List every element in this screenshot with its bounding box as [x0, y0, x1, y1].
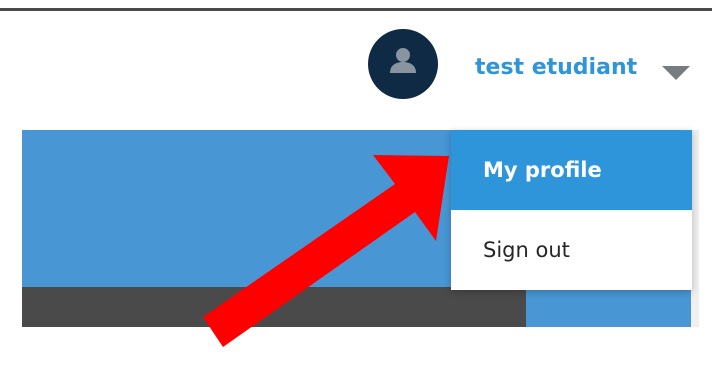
user-icon [390, 48, 416, 73]
blue-sidebar-strip [526, 287, 691, 327]
caret-down-icon[interactable] [662, 66, 690, 80]
header-bar: test etudiant [0, 11, 712, 130]
my-profile-menu-item[interactable]: My profile [451, 130, 692, 210]
user-name[interactable]: test etudiant [475, 57, 637, 79]
sign-out-menu-item[interactable]: Sign out [451, 210, 692, 290]
avatar[interactable] [368, 29, 438, 99]
user-dropdown-menu: My profile Sign out [451, 130, 692, 290]
dark-content-band [22, 287, 526, 327]
right-edge-strip [691, 130, 699, 327]
